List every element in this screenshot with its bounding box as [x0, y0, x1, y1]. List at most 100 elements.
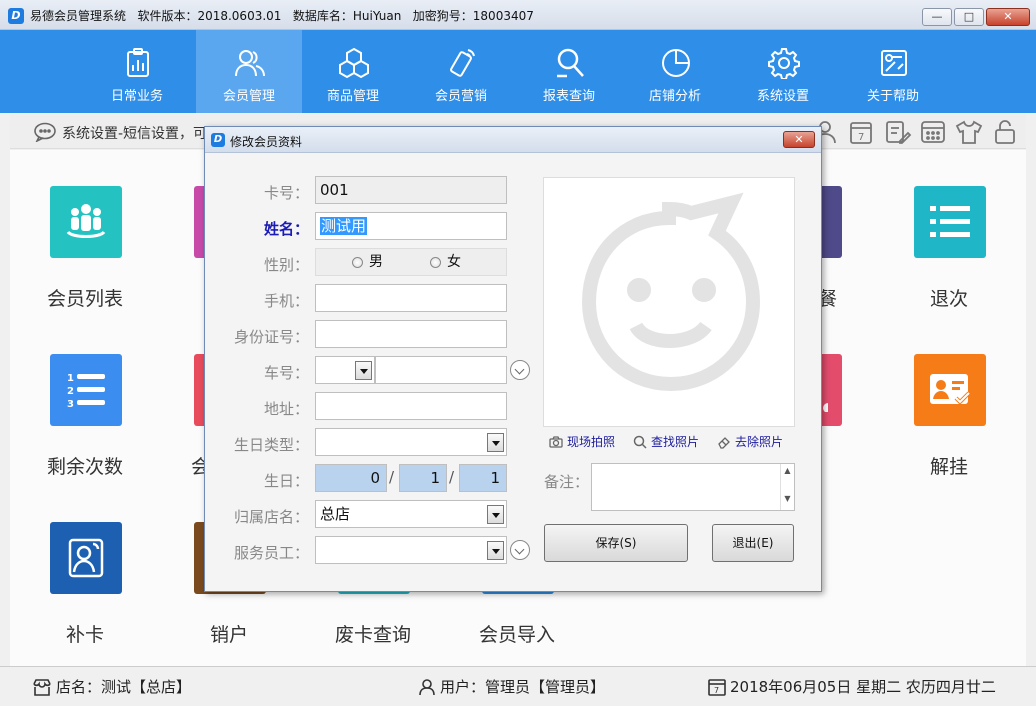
tile-remaining-count[interactable]: 1 2 3	[50, 354, 122, 426]
eraser-icon	[718, 436, 730, 449]
edit-icon[interactable]	[882, 119, 912, 145]
nav-system-settings[interactable]: 系统设置	[730, 30, 836, 113]
id-no-label: 身份证号：	[233, 328, 309, 346]
store-dropdown-button[interactable]	[487, 505, 504, 524]
nav-label: 店铺分析	[648, 89, 701, 104]
gender-female-label: 女	[447, 254, 461, 270]
note-scrollbar[interactable]: ▲ ▼	[780, 464, 794, 510]
nav-daily-business[interactable]: 日常业务	[84, 30, 190, 113]
store-select[interactable]: 总店	[315, 500, 507, 528]
magnifier-report-icon	[557, 48, 584, 78]
main-nav: 日常业务 会员管理 商品管理 会员营销 报表查询 店铺分析 系统设置 关于帮助	[0, 30, 1036, 113]
exit-button[interactable]: 退出(E)	[712, 524, 794, 562]
store-status: 店名：测试【总店】	[32, 676, 191, 697]
tile-reissue-card[interactable]	[50, 522, 122, 594]
name-value: 测试用	[320, 217, 368, 235]
date-separator: /	[389, 468, 395, 486]
card-no-label: 卡号：	[263, 184, 309, 202]
phone-label: 手机：	[263, 292, 309, 310]
birthday-month-field[interactable]: 1	[399, 464, 447, 492]
staff-dropdown-button[interactable]	[487, 541, 504, 560]
car-expand-button[interactable]	[510, 360, 530, 380]
maximize-button[interactable]: □	[954, 8, 984, 26]
nav-report-query[interactable]: 报表查询	[516, 30, 622, 113]
save-button[interactable]: 保存(S)	[544, 524, 688, 562]
gender-male-label: 男	[369, 254, 383, 270]
cubes-icon	[339, 47, 369, 79]
pie-chart-icon	[662, 49, 690, 77]
remove-photo-link[interactable]: 去除照片	[717, 433, 783, 450]
tile-label: 解挂	[930, 456, 969, 478]
gender-male-option[interactable]: 男	[352, 249, 383, 275]
tile-label: 销户	[210, 624, 249, 646]
smiley-placeholder-icon	[581, 192, 761, 392]
close-button[interactable]: ✕	[986, 8, 1030, 26]
tile-member-list[interactable]	[50, 186, 122, 258]
help-icon	[881, 50, 907, 76]
id-no-field[interactable]	[315, 320, 507, 348]
shirt-icon[interactable]	[954, 119, 984, 145]
minimize-button[interactable]: —	[922, 8, 952, 26]
address-label: 地址：	[263, 400, 309, 418]
card-no-field: 001	[315, 176, 507, 204]
date-status: 7 2018年06月05日 星期二 农历四月廿二	[708, 676, 996, 697]
phone-field[interactable]	[315, 284, 507, 312]
portrait-icon	[68, 538, 104, 578]
birthday-year-field[interactable]: 0	[315, 464, 387, 492]
search-icon	[633, 435, 647, 449]
tile-label: 会员列表	[47, 288, 124, 310]
find-photo-link[interactable]: 查找照片	[633, 433, 699, 450]
svg-text:7: 7	[714, 686, 719, 695]
address-field[interactable]	[315, 392, 507, 420]
group-icon	[66, 204, 106, 238]
car-prefix-select[interactable]	[315, 356, 375, 384]
remove-photo-text: 去除照片	[735, 435, 784, 449]
birthday-type-select[interactable]	[315, 428, 507, 456]
tile-label: 废卡查询	[335, 624, 412, 646]
staff-select[interactable]	[315, 536, 507, 564]
tile-refund-count[interactable]	[914, 186, 986, 258]
note-label: 备注：	[543, 473, 589, 491]
radio-male[interactable]	[352, 256, 363, 268]
nav-label: 商品管理	[326, 89, 379, 104]
nav-label: 会员营销	[434, 89, 487, 104]
nav-about-help[interactable]: 关于帮助	[840, 30, 946, 113]
svg-text:3: 3	[67, 399, 74, 410]
car-no-label: 车号：	[263, 364, 309, 382]
user-name: 用户：管理员【管理员】	[440, 678, 606, 696]
window-titlebar: D 易德会员管理系统 软件版本：2018.0603.01 数据库名：HuiYua…	[0, 0, 1036, 30]
tile-label: 退次	[930, 288, 969, 310]
message-icon	[34, 122, 56, 142]
staff-expand-button[interactable]	[510, 540, 530, 560]
gender-female-option[interactable]: 女	[430, 249, 461, 275]
car-prefix-dropdown-button[interactable]	[355, 361, 372, 380]
edit-member-dialog: D 修改会员资料 ✕ 卡号： 001 姓名： 测试用 性别： 男 女 手机： 身…	[204, 126, 822, 592]
name-field[interactable]: 测试用	[315, 212, 507, 240]
capture-photo-link[interactable]: 现场拍照	[549, 433, 615, 450]
dialog-close-button[interactable]: ✕	[783, 131, 815, 148]
window-title: 易德会员管理系统 软件版本：2018.0603.01 数据库名：HuiYuan …	[30, 9, 534, 23]
nav-member-marketing[interactable]: 会员营销	[408, 30, 514, 113]
lock-icon[interactable]	[990, 119, 1020, 145]
clipboard-chart-icon	[127, 48, 149, 77]
radio-female[interactable]	[430, 256, 441, 268]
nav-goods-management[interactable]: 商品管理	[300, 30, 406, 113]
nav-label: 会员管理	[222, 89, 275, 104]
note-textarea[interactable]: ▲ ▼	[591, 463, 795, 511]
numbered-list-icon: 1 2 3	[67, 373, 105, 410]
svg-text:1: 1	[67, 373, 74, 384]
car-no-field[interactable]	[375, 356, 507, 384]
list-icon	[930, 206, 970, 237]
calendar-icon[interactable]: 7	[846, 119, 876, 145]
nav-label: 日常业务	[110, 89, 163, 104]
nav-member-management[interactable]: 会员管理	[196, 30, 302, 113]
calendar-icon: 7	[708, 678, 726, 696]
nav-store-analysis[interactable]: 店铺分析	[622, 30, 728, 113]
gender-label: 性别：	[263, 256, 309, 274]
nav-label: 报表查询	[542, 89, 595, 104]
birthday-type-dropdown-button[interactable]	[487, 433, 504, 452]
store-value: 总店	[320, 505, 351, 523]
calculator-icon[interactable]	[918, 119, 948, 145]
dialog-titlebar: D 修改会员资料 ✕	[205, 127, 821, 153]
tile-unfreeze[interactable]	[914, 354, 986, 426]
